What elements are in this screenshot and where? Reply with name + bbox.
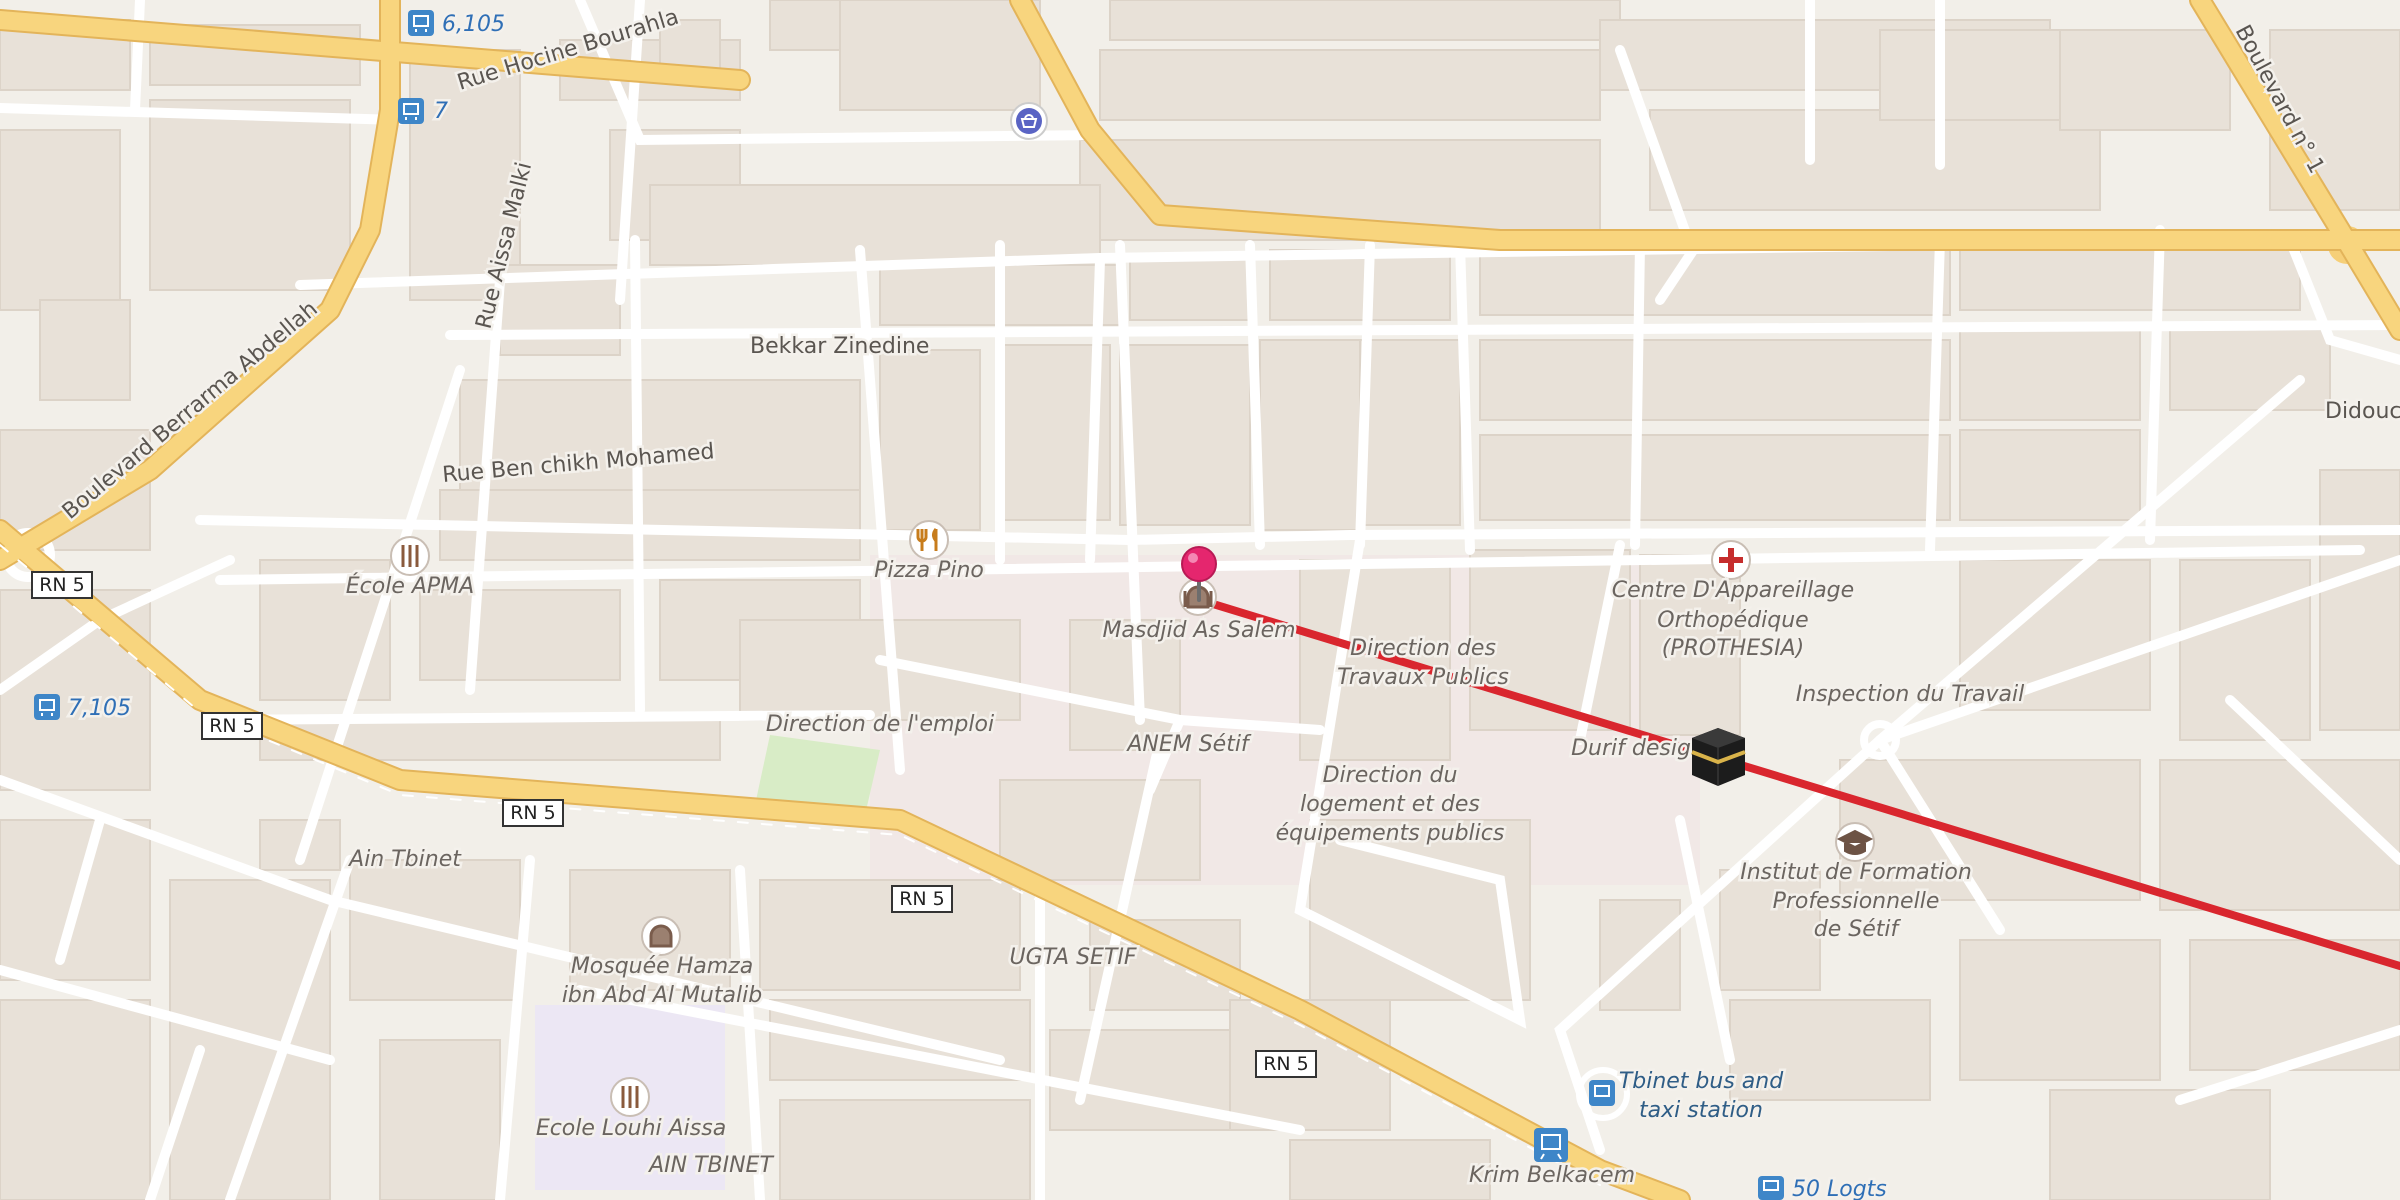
- map-canvas[interactable]: Rue Hocine Bourahla Rue Aissa Malki Boul…: [0, 0, 2400, 1200]
- poi-label-centre-2: Orthopédique: [1657, 608, 1808, 633]
- location-pin-icon: [1181, 546, 1217, 582]
- kaaba-icon: [1691, 728, 1746, 786]
- mosque-icon: [649, 924, 673, 948]
- bus-stop-icon: [34, 694, 60, 720]
- poi-label-durif: Durif design: [1571, 736, 1705, 761]
- svg-text:RN 5: RN 5: [39, 574, 85, 596]
- road-shield: RN 5: [1255, 1050, 1317, 1078]
- bus-stop-icon: [1758, 1176, 1784, 1200]
- shopping-marker[interactable]: [1010, 102, 1048, 140]
- shopping-bag-icon: [1016, 108, 1042, 134]
- hospital-marker-prothesia[interactable]: [1711, 540, 1751, 580]
- road-shield: RN 5: [201, 712, 263, 740]
- road-shield: RN 5: [502, 799, 564, 827]
- poi-label-tbinet-station-2: taxi station: [1639, 1098, 1763, 1123]
- svg-text:RN 5: RN 5: [510, 802, 556, 824]
- poi-label-institut-3: de Sétif: [1814, 917, 1902, 942]
- destination-marker[interactable]: [1691, 728, 1746, 786]
- bus-stop-icon: [408, 10, 434, 36]
- poi-label-mosquee-1: Mosquée Hamza: [571, 954, 753, 979]
- poi-label-logement-2: logement et des: [1300, 792, 1480, 817]
- street-label-didouche: Didouche: [2325, 399, 2400, 424]
- bus-stop-6105[interactable]: 6,105: [408, 10, 507, 40]
- university-marker-institut[interactable]: [1835, 822, 1875, 862]
- bus-stop-label: 7,105: [68, 696, 131, 721]
- poi-label-anem: ANEM Sétif: [1125, 732, 1252, 757]
- poi-label-mosquee-2: ibn Abd Al Mutalib: [562, 983, 762, 1008]
- school-marker-louhi[interactable]: [610, 1077, 650, 1117]
- poi-label-ecole-louhi: Ecole Louhi Aissa: [536, 1116, 726, 1141]
- svg-text:RN 5: RN 5: [899, 888, 945, 910]
- bus-stop-7[interactable]: 7: [398, 97, 451, 127]
- street-label-bekkar-zinedine: Bekkar Zinedine: [750, 334, 929, 359]
- poi-label-logement-3: équipements publics: [1276, 821, 1505, 846]
- poi-label-masdjid: Masdjid As Salem: [1102, 618, 1295, 643]
- road-shield: RN 5: [31, 571, 93, 599]
- svg-text:RN 5: RN 5: [1263, 1053, 1309, 1075]
- poi-label-krim: Krim Belkacem: [1469, 1163, 1635, 1188]
- restaurant-marker-pizza-pino[interactable]: [909, 520, 949, 560]
- bus-stop-7105[interactable]: 7,105: [34, 694, 133, 724]
- bus-stop-icon: [398, 98, 424, 124]
- bus-stop-label: 50 Logts: [1792, 1177, 1887, 1200]
- bus-station-icon: [1589, 1080, 1615, 1106]
- poi-label-centre-1: Centre D'Appareillage: [1612, 578, 1854, 603]
- poi-label-ain-tbinet-caps: AIN TBINET: [647, 1153, 774, 1178]
- mosque-marker-hamza[interactable]: [641, 916, 681, 956]
- poi-label-ecole-apma: École APMA: [346, 573, 474, 599]
- poi-label-tbinet-station-1: Tbinet bus and: [1619, 1069, 1784, 1094]
- poi-label-inspection: Inspection du Travail: [1796, 682, 2025, 707]
- train-station-icon: [1534, 1128, 1568, 1162]
- bus-stop-50-logts[interactable]: 50 Logts: [1758, 1175, 1889, 1200]
- poi-label-pizza-pino: Pizza Pino: [874, 558, 984, 583]
- poi-label-travaux-2: Travaux Publics: [1337, 665, 1509, 690]
- bus-stop-label: 6,105: [442, 12, 505, 37]
- svg-text:RN 5: RN 5: [209, 715, 255, 737]
- poi-label-ugta: UGTA SETIF: [1009, 945, 1136, 970]
- poi-label-centre-3: (PROTHESIA): [1662, 636, 1804, 661]
- bus-stop-label: 7: [434, 99, 448, 124]
- poi-label-emploi: Direction de l'emploi: [766, 712, 994, 737]
- poi-label-institut-2: Professionnelle: [1773, 889, 1940, 914]
- school-marker-apma[interactable]: [390, 536, 430, 576]
- poi-label-institut-1: Institut de Formation: [1740, 860, 1972, 885]
- poi-label-ain-tbinet: Ain Tbinet: [347, 847, 462, 872]
- road-shield: RN 5: [891, 885, 953, 913]
- poi-label-logement-1: Direction du: [1323, 763, 1458, 788]
- poi-label-travaux-1: Direction des: [1350, 636, 1496, 661]
- transit-marker-krim-belkacem[interactable]: [1534, 1128, 1568, 1162]
